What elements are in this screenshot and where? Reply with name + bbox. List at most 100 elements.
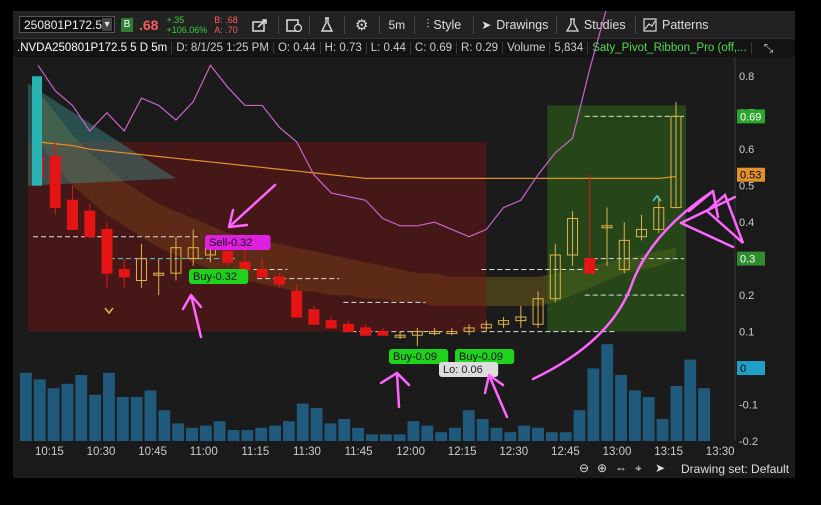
volume-bar xyxy=(449,427,461,441)
volume-bar xyxy=(615,375,627,441)
pointer-icon[interactable]: ➤ xyxy=(655,461,665,475)
price-tag-label: 0.53 xyxy=(740,170,761,182)
volume-bar xyxy=(462,410,475,441)
time-tick-label: 11:45 xyxy=(345,446,373,458)
price-tag-label: 0.3 xyxy=(740,254,755,266)
volume-bar xyxy=(241,430,254,441)
price-tick-label: -0.2 xyxy=(739,436,758,448)
volume-bar xyxy=(75,375,88,441)
volume-bar xyxy=(532,427,544,441)
volume-bar xyxy=(504,432,517,441)
volume-bar xyxy=(559,432,572,441)
buy-label: Buy-0.09 xyxy=(459,351,503,363)
time-tick-label: 10:30 xyxy=(87,446,116,458)
zoom-out-icon[interactable]: ⊖ xyxy=(579,461,589,475)
candle-body[interactable] xyxy=(101,228,113,274)
price-tick-label: 0.6 xyxy=(739,144,754,156)
time-tick-label: 10:15 xyxy=(35,446,64,458)
volume-bar xyxy=(61,383,74,441)
volume-bar xyxy=(573,410,586,441)
drawing-set-label[interactable]: Drawing set: Default xyxy=(681,462,789,476)
volume-bar xyxy=(296,403,309,441)
candle-body[interactable] xyxy=(222,250,234,263)
pan-icon[interactable]: ⇔ xyxy=(615,461,627,475)
volume-bar xyxy=(186,427,198,441)
sell-label: Sell-0.32 xyxy=(209,237,252,249)
zoom-in-icon[interactable]: ⊕ xyxy=(597,461,607,475)
time-tick-label: 11:00 xyxy=(190,446,218,458)
candle-body[interactable] xyxy=(66,199,78,230)
time-tick-label: 11:15 xyxy=(241,446,269,458)
candle-body[interactable] xyxy=(118,269,130,278)
candle-body[interactable] xyxy=(584,258,596,274)
chart-window: 250801P172.5 ▼ B .68 +.35 +106.06% B: .6… xyxy=(13,11,795,478)
volume-bar xyxy=(476,419,489,441)
buy-label: Buy-0.32 xyxy=(193,271,237,283)
volume-bar xyxy=(144,390,157,441)
candle-body[interactable] xyxy=(273,276,285,285)
time-tick-label: 11:30 xyxy=(293,446,321,458)
volume-bar xyxy=(642,397,655,441)
volume-bar xyxy=(172,423,185,441)
volume-bar xyxy=(116,397,129,441)
candle-body[interactable] xyxy=(49,155,61,209)
candle-body[interactable] xyxy=(84,210,96,238)
volume-bar xyxy=(310,408,323,441)
volume-bar xyxy=(47,388,60,441)
volume-bar xyxy=(393,434,406,441)
volume-bar xyxy=(33,379,46,441)
price-chart[interactable]: 0.80.70.60.50.40.30.20.10-0.1-0.20.690.5… xyxy=(13,11,795,478)
candle-body[interactable] xyxy=(256,269,268,278)
volume-bar xyxy=(684,359,697,441)
volume-bar xyxy=(227,430,240,441)
price-tag-label: 0 xyxy=(740,363,746,375)
volume-bar xyxy=(587,368,600,441)
volume-bar xyxy=(269,425,281,441)
time-tick-label: 12:30 xyxy=(499,446,528,458)
volume-bar xyxy=(670,386,683,441)
time-tick-label: 13:00 xyxy=(603,446,632,458)
volume-bar xyxy=(213,421,226,441)
candle-body[interactable] xyxy=(377,331,389,336)
candle-body[interactable] xyxy=(32,76,42,186)
candle-body[interactable] xyxy=(239,261,251,271)
volume-bar xyxy=(628,390,641,441)
volume-bar xyxy=(324,423,337,441)
time-tick-label: 13:15 xyxy=(654,446,683,458)
price-tick-label: 0.5 xyxy=(739,181,754,193)
volume-bar xyxy=(158,410,171,441)
low-label: Lo: 0.06 xyxy=(443,364,483,376)
volume-bar xyxy=(199,425,212,441)
volume-bar xyxy=(130,397,143,441)
volume-bar xyxy=(366,434,378,441)
candle-body[interactable] xyxy=(308,309,320,325)
price-tick-label: 0.8 xyxy=(739,71,754,83)
volume-bar xyxy=(338,419,351,441)
volume-bar xyxy=(601,344,614,441)
volume-bar xyxy=(545,432,558,441)
volume-bar xyxy=(490,427,503,441)
price-tag-label: 0.69 xyxy=(740,111,761,123)
volume-bar xyxy=(407,421,420,441)
volume-bar xyxy=(89,394,102,441)
time-tick-label: 10:45 xyxy=(138,446,167,458)
time-tick-label: 12:45 xyxy=(551,446,580,458)
time-tick-label: 12:00 xyxy=(396,446,425,458)
price-tick-label: 0.4 xyxy=(739,217,754,229)
candle-body[interactable] xyxy=(325,320,337,329)
candle-body[interactable] xyxy=(360,327,372,336)
buy-label: Buy-0.09 xyxy=(393,351,437,363)
volume-bar xyxy=(103,372,115,441)
candle-body[interactable] xyxy=(291,290,303,318)
bottom-bar: ⊖ ⊕ ⇔ ⌖ ➤ Drawing set: Default xyxy=(13,459,795,478)
price-tick-label: 0.2 xyxy=(739,290,754,302)
volume-bar xyxy=(656,419,669,441)
volume-bar xyxy=(435,432,448,441)
volume-bar xyxy=(20,372,32,441)
volume-bar xyxy=(698,388,710,441)
time-tick-label: 13:30 xyxy=(706,446,735,458)
candle-body[interactable] xyxy=(342,323,354,333)
crosshair-icon[interactable]: ⌖ xyxy=(635,461,642,476)
volume-bar xyxy=(282,421,295,441)
price-tick-label: -0.1 xyxy=(739,400,758,412)
